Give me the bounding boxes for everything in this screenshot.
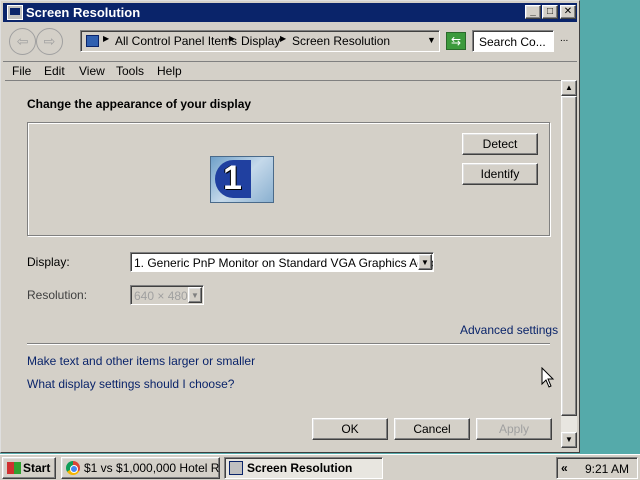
monitor-panel: 1 Detect Identify bbox=[27, 122, 550, 236]
apply-button: Apply bbox=[476, 418, 552, 440]
clock[interactable]: 9:21 AM bbox=[585, 462, 629, 476]
back-arrow-icon: ⇦ bbox=[16, 33, 29, 49]
search-input[interactable]: Search Co... bbox=[472, 30, 554, 52]
advanced-settings-link[interactable]: Advanced settings bbox=[460, 323, 558, 337]
dropdown-arrow-icon[interactable]: ▼ bbox=[418, 254, 432, 270]
resolution-select-value: 640 × 480 bbox=[134, 289, 188, 303]
display-select-value: 1. Generic PnP Monitor on Standard VGA G… bbox=[134, 256, 434, 270]
divider bbox=[27, 343, 550, 345]
display-label: Display: bbox=[27, 255, 70, 269]
taskbar-item-label: $1 vs $1,000,000 Hotel R... bbox=[84, 461, 220, 475]
refresh-button[interactable]: ⇆ bbox=[446, 32, 466, 50]
control-panel-icon bbox=[7, 5, 23, 20]
page-heading: Change the appearance of your display bbox=[27, 97, 252, 111]
dropdown-arrow-icon: ▼ bbox=[188, 287, 202, 303]
menu-view[interactable]: View bbox=[79, 64, 105, 78]
identify-button[interactable]: Identify bbox=[462, 163, 538, 185]
breadcrumb-display[interactable]: Display bbox=[241, 34, 280, 48]
resolution-select: 640 × 480 ▼ bbox=[130, 285, 204, 305]
title-bar[interactable]: Screen Resolution _ □ ✕ bbox=[3, 3, 577, 22]
monitor-number: 1 bbox=[223, 159, 242, 197]
taskbar-item-label: Screen Resolution bbox=[247, 461, 353, 475]
back-button[interactable]: ⇦ bbox=[9, 28, 36, 55]
scroll-down-button[interactable]: ▼ bbox=[561, 432, 577, 448]
taskbar-item-chrome[interactable]: $1 vs $1,000,000 Hotel R... bbox=[61, 457, 220, 479]
text-size-link[interactable]: Make text and other items larger or smal… bbox=[27, 354, 255, 368]
refresh-icon: ⇆ bbox=[450, 34, 462, 48]
breadcrumb-separator-icon[interactable]: ▶ bbox=[280, 34, 286, 43]
menu-file[interactable]: File bbox=[12, 64, 31, 78]
forward-button[interactable]: ⇨ bbox=[36, 28, 63, 55]
maximize-button[interactable]: □ bbox=[542, 5, 558, 19]
close-button[interactable]: ✕ bbox=[560, 5, 576, 19]
scroll-up-button[interactable]: ▲ bbox=[561, 80, 577, 96]
start-button[interactable]: Start bbox=[2, 457, 56, 479]
taskbar-item-screen-resolution[interactable]: Screen Resolution bbox=[224, 457, 383, 479]
breadcrumb-separator-icon[interactable]: ▶ bbox=[229, 34, 235, 43]
menu-bar: File Edit View Tools Help bbox=[3, 61, 577, 79]
arrow-down-icon: ▼ bbox=[565, 435, 573, 444]
menu-help[interactable]: Help bbox=[157, 64, 182, 78]
navigation-bar: ⇦ ⇨ ▶ All Control Panel Items ▶ Display … bbox=[3, 23, 577, 61]
address-bar[interactable]: ▶ All Control Panel Items ▶ Display ▶ Sc… bbox=[80, 30, 440, 52]
vertical-scrollbar[interactable]: ▲ ▼ bbox=[561, 80, 577, 448]
display-help-link[interactable]: What display settings should I choose? bbox=[27, 377, 234, 391]
window-title: Screen Resolution bbox=[26, 5, 141, 20]
mouse-cursor-icon bbox=[541, 367, 555, 388]
minimize-button[interactable]: _ bbox=[525, 5, 541, 19]
display-settings-icon bbox=[229, 461, 243, 475]
display-select[interactable]: 1. Generic PnP Monitor on Standard VGA G… bbox=[130, 252, 434, 272]
detect-button[interactable]: Detect bbox=[462, 133, 538, 155]
breadcrumb-screen-resolution[interactable]: Screen Resolution bbox=[292, 34, 390, 48]
menu-tools[interactable]: Tools bbox=[116, 64, 144, 78]
screen-resolution-window: Screen Resolution _ □ ✕ ⇦ ⇨ ▶ All Contro… bbox=[0, 0, 580, 453]
arrow-up-icon: ▲ bbox=[565, 83, 573, 92]
windows-logo-icon bbox=[7, 462, 21, 474]
menu-edit[interactable]: Edit bbox=[44, 64, 65, 78]
system-tray: « 9:21 AM bbox=[556, 457, 638, 479]
scroll-thumb[interactable] bbox=[561, 96, 577, 416]
address-dropdown-icon[interactable]: ▼ bbox=[427, 35, 436, 45]
more-button[interactable]: ... bbox=[560, 33, 568, 44]
chrome-icon bbox=[66, 461, 80, 475]
resolution-label: Resolution: bbox=[27, 288, 88, 302]
breadcrumb-separator-icon[interactable]: ▶ bbox=[103, 34, 109, 43]
ok-button[interactable]: OK bbox=[312, 418, 388, 440]
cancel-button[interactable]: Cancel bbox=[394, 418, 470, 440]
taskbar: Start $1 vs $1,000,000 Hotel R... Screen… bbox=[0, 454, 640, 480]
start-label: Start bbox=[23, 461, 51, 475]
breadcrumb-all-control-panel-items[interactable]: All Control Panel Items bbox=[115, 34, 237, 48]
monitor-thumbnail[interactable]: 1 bbox=[210, 156, 274, 203]
tray-chevron-icon[interactable]: « bbox=[561, 461, 568, 475]
content-area: Change the appearance of your display 1 … bbox=[5, 80, 561, 448]
control-panel-icon bbox=[86, 35, 99, 47]
forward-arrow-icon: ⇨ bbox=[43, 33, 56, 49]
